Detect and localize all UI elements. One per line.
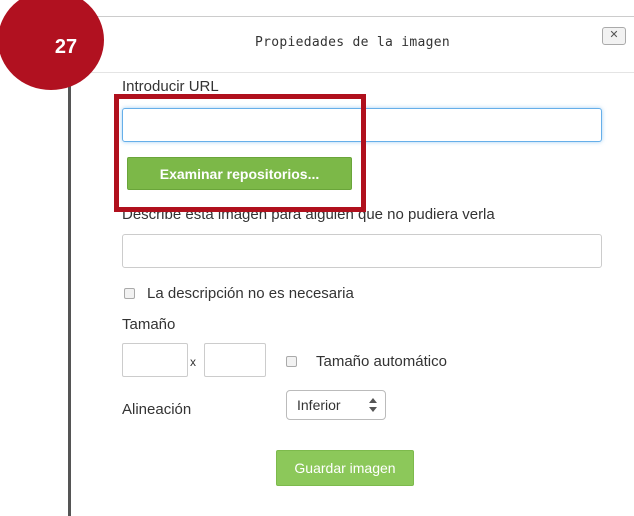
dialog-title: Propiedades de la imagen [254, 35, 451, 50]
description-input[interactable] [122, 234, 602, 268]
size-separator: x [190, 355, 196, 369]
width-input[interactable] [122, 343, 188, 377]
select-arrows-icon [369, 398, 377, 412]
auto-size-checkbox[interactable] [286, 356, 297, 367]
alignment-label: Alineación [122, 401, 192, 418]
url-label: Introducir URL [122, 78, 219, 95]
alignment-value: Inferior [297, 397, 341, 413]
dialog-titlebar: Propiedades de la imagen ✕ [71, 17, 634, 73]
no-description-label: La descripción no es necesaria [147, 285, 354, 302]
no-description-checkbox[interactable] [124, 288, 135, 299]
highlight-box [114, 94, 366, 212]
size-label: Tamaño [122, 316, 176, 333]
auto-size-label: Tamaño automático [316, 353, 447, 370]
close-icon: ✕ [609, 29, 619, 41]
height-input[interactable] [204, 343, 266, 377]
close-button[interactable]: ✕ [602, 27, 626, 45]
save-image-button[interactable]: Guardar imagen [276, 450, 414, 486]
alignment-select[interactable]: Inferior [286, 390, 386, 420]
